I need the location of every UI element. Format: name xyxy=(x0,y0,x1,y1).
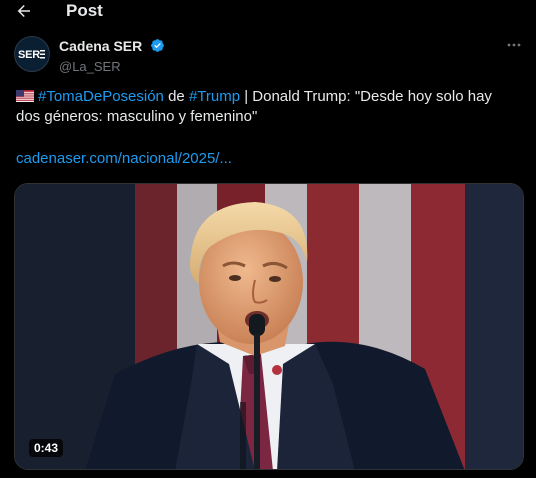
more-horizontal-icon xyxy=(507,43,521,47)
cadena-ser-logo: SER xyxy=(18,49,45,61)
video-duration: 0:43 xyxy=(29,439,64,457)
display-name[interactable]: Cadena SER xyxy=(59,38,142,54)
us-flag-icon xyxy=(16,90,34,102)
avatar[interactable]: SER xyxy=(14,36,50,72)
post-header: Post xyxy=(0,0,536,24)
verified-badge-icon xyxy=(150,39,164,53)
tweet-text-segment: de xyxy=(163,88,189,105)
author-row: SER Cadena SER @La_SER xyxy=(14,34,524,74)
name-block: Cadena SER @La_SER xyxy=(59,37,165,74)
video-thumbnail xyxy=(15,184,523,469)
user-handle[interactable]: @La_SER xyxy=(59,59,165,74)
hashtag-trump[interactable]: #Trump xyxy=(189,88,240,105)
article-link[interactable]: cadenaser.com/nacional/2025/... xyxy=(16,150,232,167)
back-button[interactable] xyxy=(12,0,36,22)
tweet-text: #TomaDePosesión de #Trump | Donald Trump… xyxy=(16,87,516,127)
video-player[interactable]: 0:43 xyxy=(14,183,524,470)
svg-text:SER: SER xyxy=(18,49,40,61)
more-options-button[interactable] xyxy=(504,38,524,52)
page-title: Post xyxy=(66,1,103,20)
arrow-left-icon xyxy=(17,5,30,17)
hashtag-tomadeposesion[interactable]: #TomaDePosesión xyxy=(38,88,164,105)
